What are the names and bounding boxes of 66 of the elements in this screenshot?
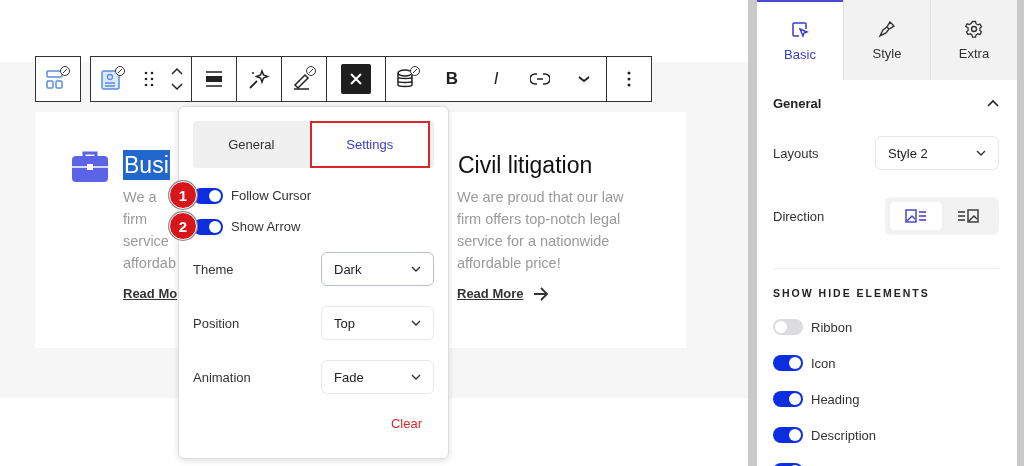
read-more-link[interactable]: Read More: [457, 286, 524, 301]
field-label: Theme: [193, 261, 234, 277]
card-description-line: service: [123, 232, 170, 251]
format-button[interactable]: B: [430, 57, 474, 101]
format-button[interactable]: I: [474, 57, 518, 101]
toggle-label: Show Arrow: [231, 219, 301, 234]
select-field[interactable]: Dark: [321, 252, 434, 286]
briefcase-icon: [72, 150, 108, 182]
card-description-line: We a: [123, 188, 158, 207]
card-description-line: affordab: [123, 254, 177, 273]
toggle-switch[interactable]: [773, 391, 803, 407]
toggle-label: Icon: [811, 355, 836, 371]
toggle-label: Description: [811, 427, 877, 443]
toggle-switch[interactable]: [773, 355, 803, 371]
card-description-line: firm: [123, 210, 149, 229]
toggle-switch[interactable]: [773, 319, 803, 335]
clear-link[interactable]: Clear: [390, 416, 422, 431]
tab[interactable]: Settings: [309, 121, 430, 168]
chevron-up-icon[interactable]: [987, 99, 999, 107]
brush-icon: [878, 19, 896, 38]
tab[interactable]: Extra: [930, 0, 1017, 80]
select-field[interactable]: Style 2: [875, 136, 999, 170]
close-button[interactable]: [341, 64, 371, 94]
chevron-down-icon: [411, 320, 421, 326]
card-description-line: firm offers top-notch legal: [457, 210, 622, 229]
toggle-label: Heading: [811, 391, 860, 407]
read-more-link[interactable]: Read Mo: [123, 286, 178, 301]
text-image-icon: [957, 209, 979, 223]
tab[interactable]: General: [193, 121, 310, 168]
chevron-down-icon: [411, 374, 421, 380]
link-icon: [530, 72, 550, 86]
field-label: Animation: [193, 369, 251, 385]
section-title: General: [773, 95, 822, 111]
profile-card-icon: [100, 66, 126, 92]
magic-wand-icon: [247, 67, 271, 91]
chevron-down-icon: [577, 74, 591, 84]
field-label: Position: [193, 315, 240, 331]
card-description-line: service for a nationwide: [457, 232, 611, 251]
settings-icon: [965, 19, 983, 38]
field-label: Layouts: [773, 145, 819, 161]
step-badge: 2: [169, 212, 197, 240]
field-label: Direction: [773, 208, 825, 224]
select-field[interactable]: Fade: [321, 360, 434, 394]
section-heading: SHOW HIDE ELEMENTS: [773, 287, 931, 299]
up-down-icon: [170, 66, 184, 92]
card-title: Civil litigation: [457, 151, 594, 180]
cursor-icon: [791, 20, 809, 39]
direction-button[interactable]: [890, 202, 942, 230]
close-icon: [350, 73, 362, 85]
chevron-down-icon: [411, 266, 421, 272]
image-text-icon: [905, 209, 927, 223]
drag-handle-icon: [144, 71, 154, 87]
step-badge: 1: [169, 181, 197, 209]
chevron-down-icon: [976, 150, 986, 156]
card-description-line: affordable price!: [457, 254, 562, 273]
more-options-icon: [627, 71, 631, 87]
card-description-line: We are proud that our law: [457, 188, 624, 207]
card-title: Busi: [123, 150, 170, 180]
toggle-label: Follow Cursor: [231, 188, 312, 203]
align-icon: [204, 69, 224, 89]
highlighter-icon: [291, 66, 317, 92]
tab[interactable]: Style: [843, 0, 930, 80]
grid-icon: [45, 66, 71, 92]
toggle-label: Ribbon: [811, 319, 853, 335]
toggle-switch[interactable]: [773, 427, 803, 443]
select-field[interactable]: Top: [321, 306, 434, 340]
